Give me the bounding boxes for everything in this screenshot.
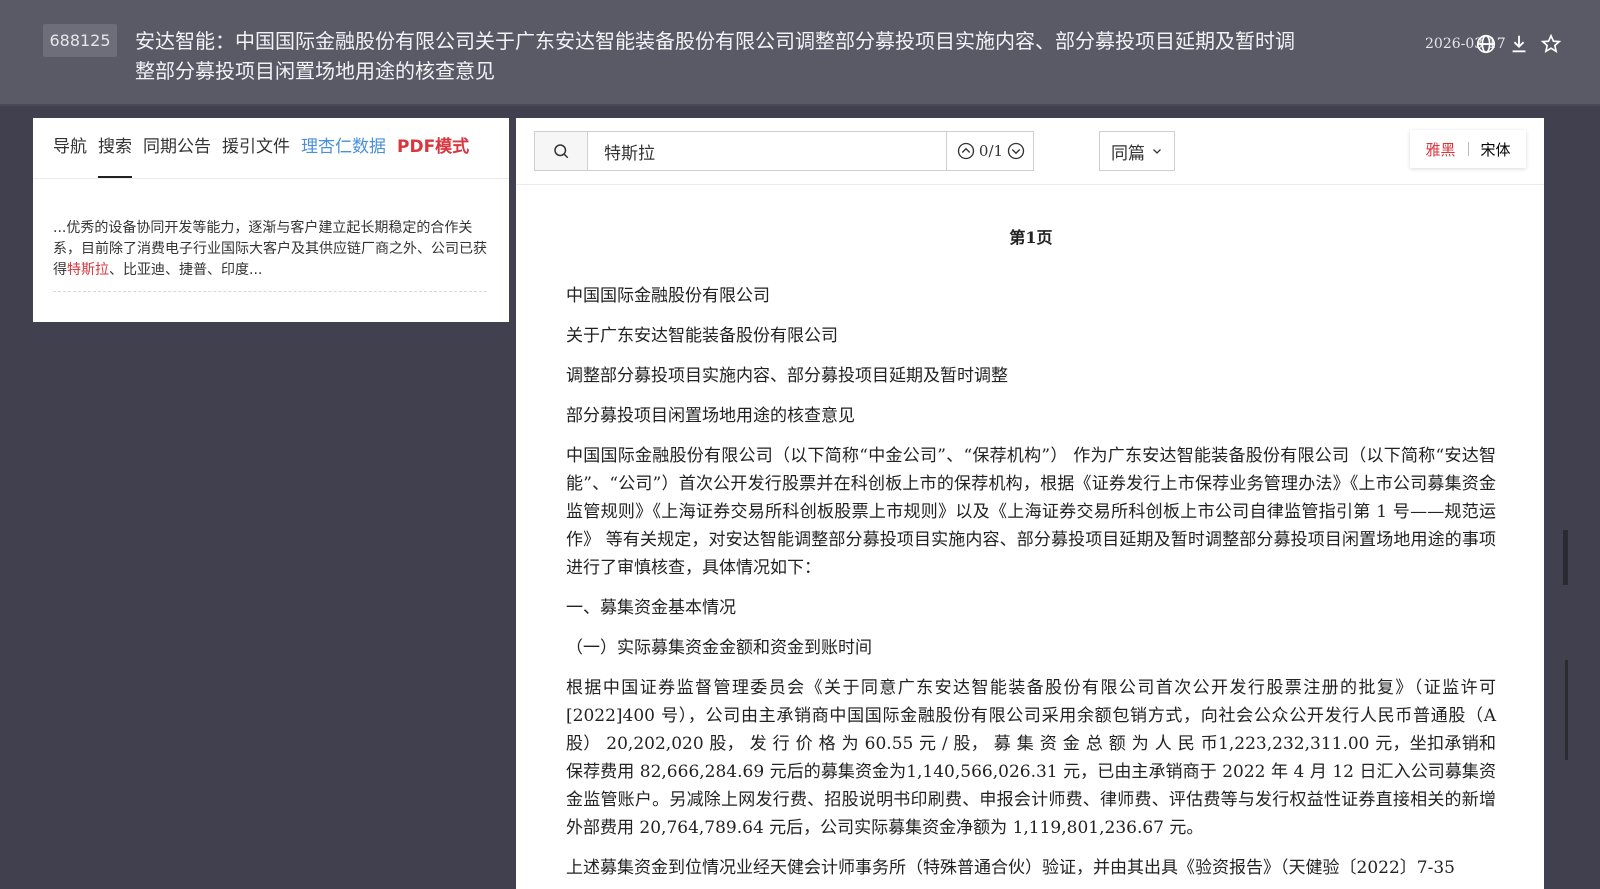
- scope-value: 同篇: [1111, 143, 1145, 164]
- doc-heading-line-4: 部分募投项目闲置场地用途的核查意见: [566, 406, 855, 426]
- match-count: 0/1: [978, 142, 1004, 160]
- tab-cited-docs[interactable]: 援引文件: [222, 136, 290, 178]
- tab-pdf-mode[interactable]: PDF模式: [397, 136, 469, 178]
- search-icon[interactable]: [535, 132, 588, 170]
- document-viewer: 0/1 同篇 雅黑 宋体 第1页 中国国际金融股份有限公司 关于广东安达智能装备…: [516, 118, 1544, 889]
- result-match-highlight: 特斯拉: [67, 262, 109, 278]
- stock-code-badge: 688125: [43, 24, 117, 57]
- star-icon[interactable]: [1540, 33, 1562, 55]
- doc-heading-line-1: 中国国际金融股份有限公司: [566, 286, 770, 306]
- search-input[interactable]: [588, 132, 946, 170]
- search-result-item[interactable]: ...优秀的设备协同开发等能力，逐渐与客户建立起长期稳定的合作关系，目前除了消费…: [53, 218, 487, 292]
- header-bar: 688125 安达智能：中国国际金融股份有限公司关于广东安达智能装备股份有限公司…: [0, 0, 1600, 106]
- document-title: 安达智能：中国国际金融股份有限公司关于广东安达智能装备股份有限公司调整部分募投项…: [135, 29, 1295, 83]
- search-scope-select[interactable]: 同篇: [1099, 131, 1175, 171]
- search-box: 0/1: [534, 131, 1034, 171]
- tab-same-period[interactable]: 同期公告: [143, 136, 211, 178]
- page-label: 第1页: [1009, 228, 1053, 247]
- sidebar-tabs: 导航 搜索 同期公告 援引文件 理杏仁数据 PDF模式: [53, 136, 480, 179]
- next-match-icon[interactable]: [1007, 142, 1025, 160]
- doc-paragraph-verification: 上述募集资金到位情况业经天健会计师事务所（特殊普通合伙）验证，并由其出具《验资报…: [566, 858, 1455, 878]
- search-navigation: 0/1: [946, 132, 1035, 170]
- doc-heading-line-3: 调整部分募投项目实施内容、部分募投项目延期及暂时调整: [566, 366, 1008, 386]
- font-option-yahei[interactable]: 雅黑: [1413, 139, 1467, 160]
- doc-section-heading: 一、募集资金基本情况: [566, 598, 736, 618]
- globe-icon[interactable]: [1475, 33, 1497, 55]
- tab-search[interactable]: 搜索: [98, 136, 132, 179]
- scroll-edge-marker: [1563, 530, 1568, 585]
- tabs-divider: [33, 178, 509, 179]
- result-text-after: 、比亚迪、捷普、印度...: [109, 262, 263, 278]
- font-option-songti[interactable]: 宋体: [1469, 139, 1523, 160]
- prev-match-icon[interactable]: [957, 142, 975, 160]
- document-content: 第1页 中国国际金融股份有限公司 关于广东安达智能装备股份有限公司 调整部分募投…: [566, 224, 1496, 889]
- download-icon[interactable]: [1508, 33, 1530, 55]
- doc-paragraph-intro: 中国国际金融股份有限公司（以下简称“中金公司”、“保荐机构”） 作为广东安达智能…: [566, 446, 1496, 578]
- doc-paragraph-funds: 根据中国证券监督管理委员会《关于同意广东安达智能装备股份有限公司首次公开发行股票…: [566, 678, 1496, 838]
- left-sidebar: 导航 搜索 同期公告 援引文件 理杏仁数据 PDF模式 ...优秀的设备协同开发…: [33, 118, 509, 322]
- font-toggle: 雅黑 宋体: [1410, 130, 1526, 168]
- tab-lixinger-data[interactable]: 理杏仁数据: [301, 136, 386, 178]
- viewer-toolbar: 0/1 同篇 雅黑 宋体: [516, 118, 1544, 185]
- scroll-edge-marker: [1565, 660, 1568, 760]
- chevron-down-icon: [1153, 149, 1161, 154]
- tab-navigation[interactable]: 导航: [53, 136, 87, 178]
- doc-subsection-heading: （一）实际募集资金金额和资金到账时间: [566, 638, 872, 658]
- doc-heading-line-2: 关于广东安达智能装备股份有限公司: [566, 326, 838, 346]
